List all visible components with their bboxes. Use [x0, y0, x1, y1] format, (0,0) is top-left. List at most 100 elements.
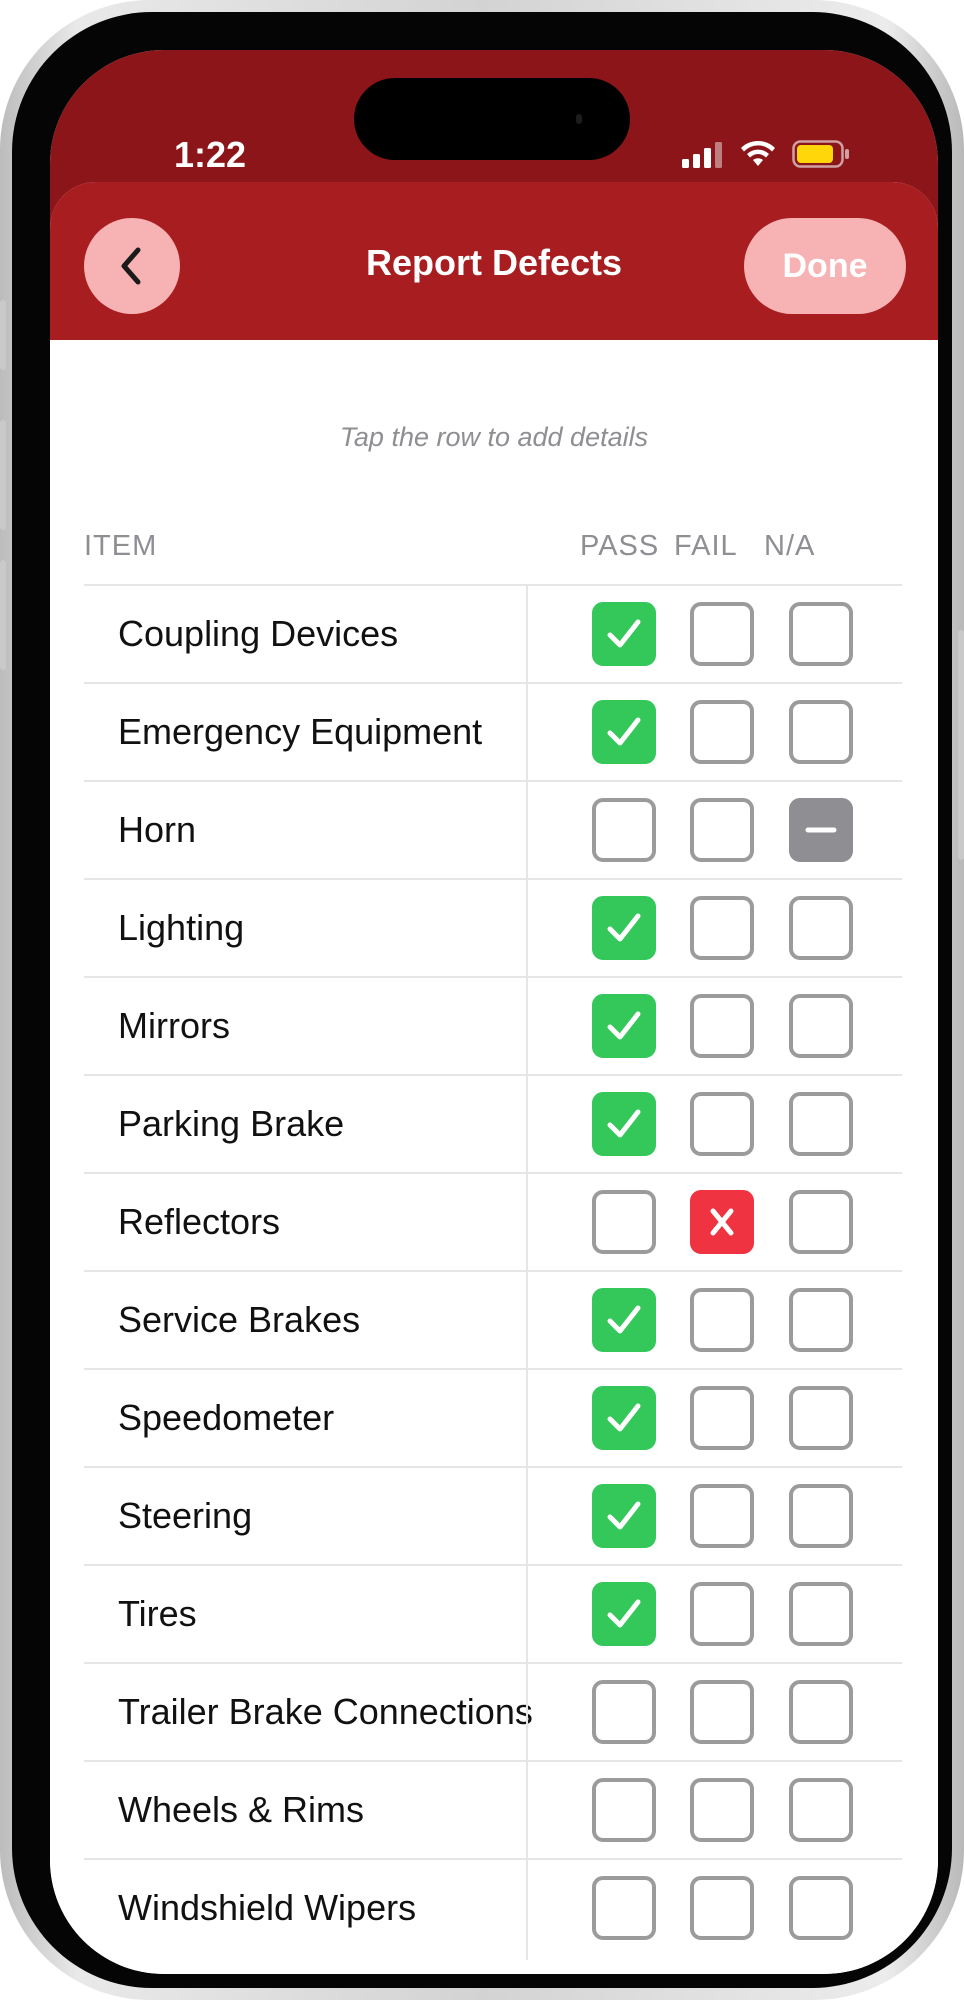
table-row[interactable]: Mirrors [84, 976, 902, 1074]
fail-checkbox[interactable] [690, 1092, 754, 1156]
column-header-pass: PASS [580, 530, 660, 562]
table-row[interactable]: Service Brakes [84, 1270, 902, 1368]
item-label: Trailer Brake Connections [118, 1691, 533, 1732]
hint-text: Tap the row to add details [339, 422, 649, 452]
pass-checkbox[interactable] [592, 1582, 656, 1646]
pass-checkbox[interactable] [592, 1680, 656, 1744]
table-row[interactable]: Tires [84, 1564, 902, 1662]
na-checkbox[interactable] [789, 1190, 853, 1254]
table-row[interactable]: Parking Brake [84, 1074, 902, 1172]
checkmark-icon [607, 1109, 641, 1138]
pass-checkbox[interactable] [592, 1876, 656, 1940]
na-checkbox[interactable] [789, 700, 853, 764]
pass-checkbox[interactable] [592, 1288, 656, 1352]
column-header-fail: FAIL [674, 530, 738, 562]
checkmark-icon [607, 1599, 641, 1628]
na-checkbox[interactable] [789, 1386, 853, 1450]
fail-checkbox[interactable] [690, 1876, 754, 1940]
fail-checkbox[interactable] [690, 602, 754, 666]
na-checkbox[interactable] [789, 1582, 853, 1646]
fail-checkbox[interactable] [690, 1484, 754, 1548]
item-label: Lighting [118, 907, 245, 948]
na-checkbox[interactable] [789, 1680, 853, 1744]
status-icons [682, 140, 862, 170]
battery-icon [792, 140, 849, 168]
checkmark-icon [607, 1501, 641, 1530]
table-row[interactable]: Windshield Wipers [84, 1858, 902, 1956]
item-label: Horn [118, 809, 197, 850]
fail-checkbox[interactable] [690, 896, 754, 960]
na-checkbox[interactable] [789, 994, 853, 1058]
item-label: Windshield Wipers [118, 1887, 417, 1928]
item-label: Service Brakes [118, 1299, 361, 1340]
pass-checkbox[interactable] [592, 1386, 656, 1450]
table-row[interactable]: Reflectors [84, 1172, 902, 1270]
pass-checkbox[interactable] [592, 1778, 656, 1842]
cellular-signal-icon [682, 142, 722, 168]
side-button [958, 630, 964, 860]
minus-icon [805, 827, 837, 833]
x-mark-icon [710, 1208, 734, 1236]
pass-checkbox[interactable] [592, 1092, 656, 1156]
na-checkbox[interactable] [789, 798, 853, 862]
column-header-item: ITEM [84, 530, 158, 562]
fail-checkbox[interactable] [690, 1190, 754, 1254]
na-checkbox[interactable] [789, 1876, 853, 1940]
checkmark-icon [607, 913, 641, 942]
table-row[interactable]: Coupling Devices [84, 584, 902, 682]
checkmark-icon [607, 619, 641, 648]
item-label: Speedometer [118, 1397, 335, 1438]
column-divider [526, 584, 528, 1960]
item-label: Parking Brake [118, 1103, 345, 1144]
inspection-list: Coupling Devices Emergency Equipment Horn L… [84, 584, 902, 1956]
screen: 1:22 Report Defects Done Tap the row to … [50, 50, 938, 1974]
pass-checkbox[interactable] [592, 602, 656, 666]
table-row[interactable]: Steering [84, 1466, 902, 1564]
dynamic-island [354, 78, 630, 160]
pass-checkbox[interactable] [592, 700, 656, 764]
fail-checkbox[interactable] [690, 1582, 754, 1646]
checkmark-icon [607, 1011, 641, 1040]
fail-checkbox[interactable] [690, 1386, 754, 1450]
done-button[interactable]: Done [744, 218, 906, 314]
checkmark-icon [607, 717, 641, 746]
fail-checkbox[interactable] [690, 1680, 754, 1744]
item-label: Coupling Devices [118, 613, 399, 654]
wifi-icon [741, 140, 775, 166]
pass-checkbox[interactable] [592, 1190, 656, 1254]
item-label: Tires [118, 1593, 197, 1634]
na-checkbox[interactable] [789, 1484, 853, 1548]
action-button [0, 300, 6, 370]
pass-checkbox[interactable] [592, 1484, 656, 1548]
fail-checkbox[interactable] [690, 700, 754, 764]
fail-checkbox[interactable] [690, 798, 754, 862]
pass-checkbox[interactable] [592, 798, 656, 862]
table-row[interactable]: Wheels & Rims [84, 1760, 902, 1858]
item-label: Steering [118, 1495, 253, 1536]
pass-checkbox[interactable] [592, 994, 656, 1058]
table-row[interactable]: Horn [84, 780, 902, 878]
navigation-bar: Report Defects Done [50, 182, 938, 340]
status-time: 1:22 [174, 134, 247, 175]
table-row[interactable]: Lighting [84, 878, 902, 976]
na-checkbox[interactable] [789, 896, 853, 960]
na-checkbox[interactable] [789, 1778, 853, 1842]
column-header-na: N/A [764, 530, 816, 562]
na-checkbox[interactable] [789, 1092, 853, 1156]
fail-checkbox[interactable] [690, 1778, 754, 1842]
fail-checkbox[interactable] [690, 1288, 754, 1352]
item-label: Emergency Equipment [118, 711, 483, 752]
table-row[interactable]: Speedometer [84, 1368, 902, 1466]
volume-up-button [0, 420, 6, 530]
fail-checkbox[interactable] [690, 994, 754, 1058]
na-checkbox[interactable] [789, 602, 853, 666]
checkmark-icon [607, 1305, 641, 1334]
pass-checkbox[interactable] [592, 896, 656, 960]
item-label: Reflectors [118, 1201, 281, 1242]
na-checkbox[interactable] [789, 1288, 853, 1352]
table-row[interactable]: Emergency Equipment [84, 682, 902, 780]
table-row[interactable]: Trailer Brake Connections [84, 1662, 902, 1760]
report-defects-sheet: Report Defects Done Tap the row to add d… [50, 182, 938, 1974]
phone-frame: 1:22 Report Defects Done Tap the row to … [0, 0, 964, 2000]
camera-dot [576, 114, 582, 124]
